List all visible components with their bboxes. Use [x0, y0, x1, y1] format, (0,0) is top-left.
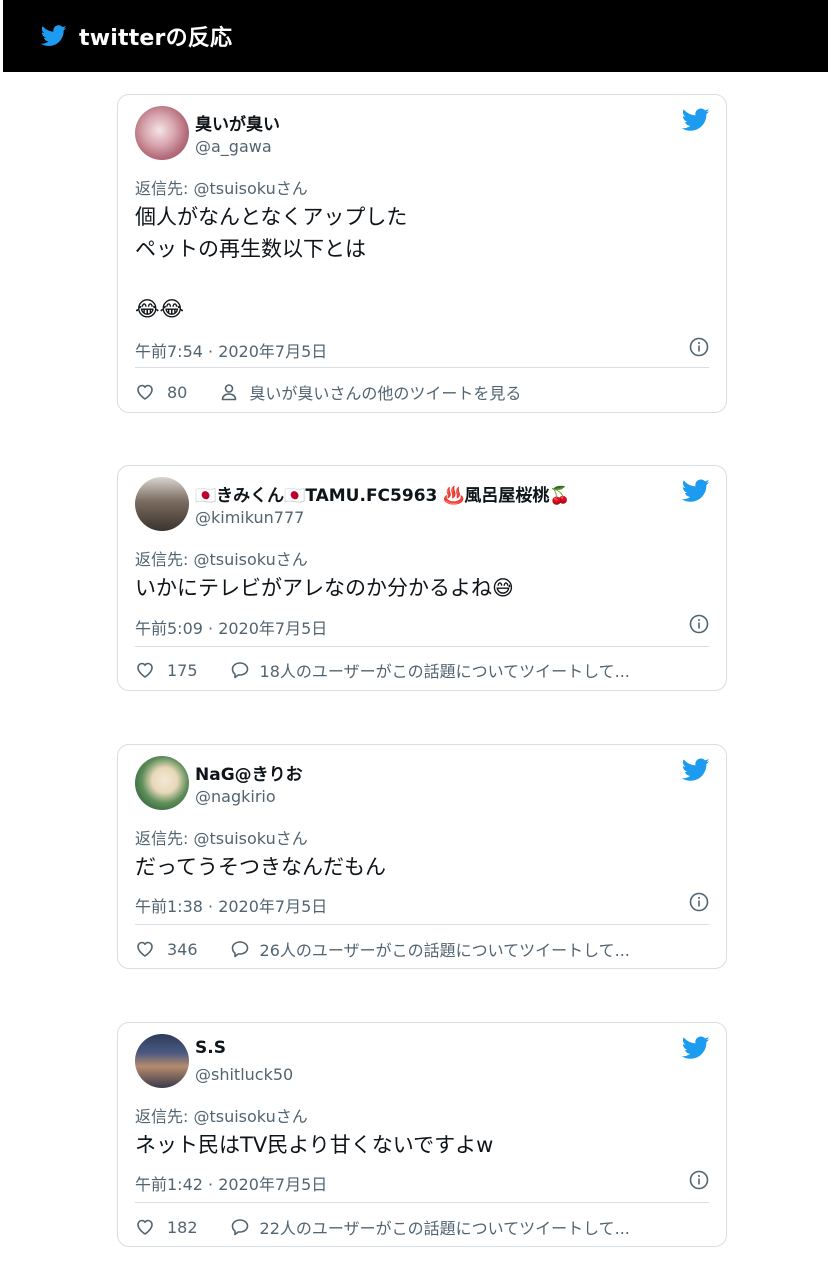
- info-icon[interactable]: [689, 337, 709, 357]
- heart-icon[interactable]: [135, 660, 155, 680]
- tweet-text: いかにテレビがアレなのか分かるよね😅: [135, 576, 514, 600]
- info-icon[interactable]: [689, 892, 709, 912]
- display-name[interactable]: NaG@きりお: [195, 760, 303, 785]
- user-handle[interactable]: @a_gawa: [195, 137, 272, 156]
- comment-icon[interactable]: [230, 939, 250, 959]
- like-count[interactable]: 182: [167, 1218, 198, 1237]
- user-handle[interactable]: @nagkirio: [195, 787, 276, 806]
- heart-icon[interactable]: [135, 1217, 155, 1237]
- reply-to[interactable]: 返信先: @tsuisokuさん: [135, 1103, 308, 1127]
- timestamp[interactable]: 午前1:38 · 2020年7月5日: [135, 893, 327, 917]
- divider: [135, 924, 709, 925]
- tweet-card[interactable]: S.S @shitluck50 返信先: @tsuisokuさん ネット民はTV…: [117, 1022, 727, 1247]
- heart-icon[interactable]: [135, 939, 155, 959]
- like-count[interactable]: 80: [167, 383, 187, 402]
- timestamp[interactable]: 午前1:42 · 2020年7月5日: [135, 1171, 327, 1195]
- person-icon[interactable]: [219, 382, 239, 402]
- tweet-card[interactable]: 🇯🇵きみくん🇯🇵TAMU.FC5963 ♨️風呂屋桜桃🍒 @kimikun777…: [117, 465, 727, 691]
- divider: [135, 1202, 709, 1203]
- display-name[interactable]: 臭いが臭い: [195, 110, 280, 135]
- heart-icon[interactable]: [135, 382, 155, 402]
- reply-to[interactable]: 返信先: @tsuisokuさん: [135, 825, 308, 849]
- tweet-actions: 80 臭いが臭いさんの他のツイートを見る: [135, 380, 709, 404]
- twitter-logo-icon[interactable]: [682, 1036, 710, 1060]
- reply-to[interactable]: 返信先: @tsuisokuさん: [135, 546, 308, 570]
- twitter-bird-icon: [41, 25, 67, 46]
- twitter-logo-icon[interactable]: [682, 479, 710, 503]
- tweet-actions: 346 26人のユーザーがこの話題についてツイートして...: [135, 937, 709, 961]
- page-title: twitterの反応: [79, 26, 233, 51]
- timestamp[interactable]: 午前7:54 · 2020年7月5日: [135, 338, 327, 362]
- like-count[interactable]: 346: [167, 940, 198, 959]
- tweet-card[interactable]: NaG@きりお @nagkirio 返信先: @tsuisokuさん だってうそ…: [117, 744, 727, 969]
- twitter-logo-icon[interactable]: [682, 108, 710, 132]
- twitter-logo-icon[interactable]: [682, 758, 710, 782]
- conversation-link[interactable]: 26人のユーザーがこの話題についてツイートして...: [260, 937, 630, 961]
- info-icon[interactable]: [689, 1170, 709, 1190]
- tweet-text: 個人がなんとなくアップした ペットの再生数以下とは: [135, 205, 408, 261]
- avatar[interactable]: [135, 106, 189, 160]
- comment-icon[interactable]: [230, 1217, 250, 1237]
- conversation-link[interactable]: 18人のユーザーがこの話題についてツイートして...: [260, 658, 630, 682]
- divider: [135, 367, 709, 368]
- like-count[interactable]: 175: [167, 661, 198, 680]
- reply-to[interactable]: 返信先: @tsuisokuさん: [135, 175, 308, 199]
- comment-icon[interactable]: [230, 660, 250, 680]
- page-header: twitterの反応: [3, 0, 828, 72]
- display-name[interactable]: S.S: [195, 1038, 226, 1058]
- avatar[interactable]: [135, 756, 189, 810]
- tweet-emoji: 😂😂: [135, 297, 185, 321]
- divider: [135, 646, 709, 647]
- avatar[interactable]: [135, 1034, 189, 1088]
- more-tweets-link[interactable]: 臭いが臭いさんの他のツイートを見る: [249, 380, 521, 404]
- tweet-card[interactable]: 臭いが臭い @a_gawa 返信先: @tsuisokuさん 個人がなんとなくア…: [117, 94, 727, 413]
- tweet-actions: 175 18人のユーザーがこの話題についてツイートして...: [135, 658, 709, 682]
- user-handle[interactable]: @kimikun777: [195, 508, 304, 527]
- timestamp[interactable]: 午前5:09 · 2020年7月5日: [135, 615, 327, 639]
- info-icon[interactable]: [689, 614, 709, 634]
- tweet-text: ネット民はTV民より甘くないですよw: [135, 1133, 494, 1157]
- tweet-text: だってうそつきなんだもん: [135, 855, 386, 879]
- user-handle[interactable]: @shitluck50: [195, 1065, 293, 1084]
- tweet-actions: 182 22人のユーザーがこの話題についてツイートして...: [135, 1215, 709, 1239]
- avatar[interactable]: [135, 477, 189, 531]
- display-name[interactable]: 🇯🇵きみくん🇯🇵TAMU.FC5963 ♨️風呂屋桜桃🍒: [195, 481, 571, 506]
- conversation-link[interactable]: 22人のユーザーがこの話題についてツイートして...: [260, 1215, 630, 1239]
